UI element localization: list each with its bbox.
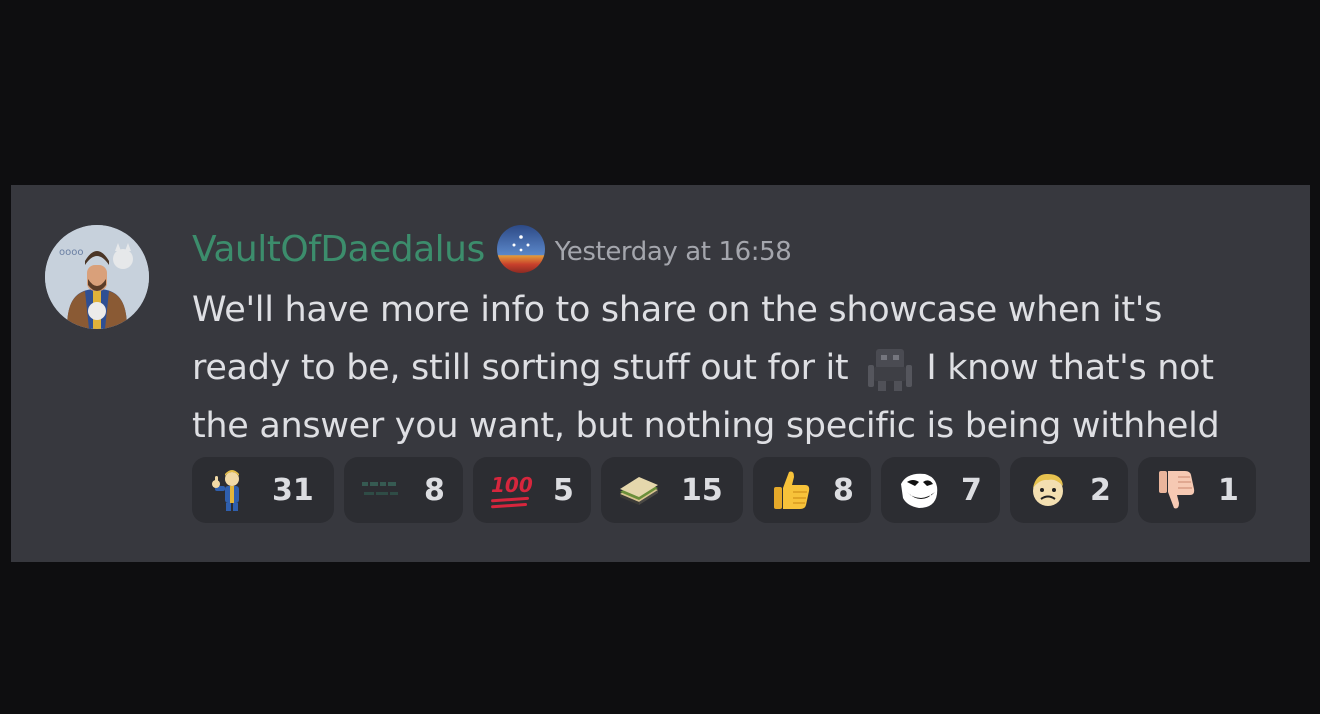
message-line-text: ready to be, still sorting stuff out for…	[192, 348, 849, 388]
starfield-planet-badge-icon[interactable]	[495, 223, 547, 275]
message-line-text: I know that's not	[926, 348, 1214, 388]
message-line: We'll have more info to share on the sho…	[192, 290, 1163, 330]
reaction-sandwich[interactable]: 15	[601, 457, 743, 523]
reaction-hundred-points[interactable]: 100 5	[473, 457, 591, 523]
reaction-count: 7	[961, 472, 982, 508]
sandwich-icon	[620, 477, 658, 505]
green-pixel-text-icon	[362, 482, 398, 495]
reaction-count: 31	[272, 472, 314, 508]
reaction-count: 15	[681, 472, 723, 508]
svg-text:oooo: oooo	[59, 247, 83, 258]
shadowed-robot-emoji-icon[interactable]	[862, 345, 918, 391]
message-content: We'll have more info to share on the sho…	[192, 281, 1272, 455]
vault-boy-thumbs-up-icon	[212, 470, 239, 511]
reaction-count: 5	[553, 472, 574, 508]
fallout-character-avatar-icon: oooo	[45, 225, 149, 329]
reaction-thumbs-up[interactable]: 8	[753, 457, 871, 523]
thumbs-down-icon	[1159, 471, 1195, 509]
reaction-count: 1	[1218, 472, 1239, 508]
reaction-count: 8	[833, 472, 854, 508]
message-line: the answer you want, but nothing specifi…	[192, 406, 1220, 446]
reaction-trollface[interactable]: 7	[881, 457, 1000, 523]
message-header: VaultOfDaedalus Yesterday at 16:58	[192, 223, 792, 275]
message-line-with-emoji: ready to be, still sorting stuff out for…	[192, 339, 1272, 397]
timestamp[interactable]: Yesterday at 16:58	[555, 237, 792, 267]
reaction-count: 2	[1090, 472, 1111, 508]
reaction-vault-boy-thumbs-up[interactable]: 31	[192, 457, 334, 523]
reaction-green-pixel-text[interactable]: 8	[344, 457, 463, 523]
trollface-icon	[901, 473, 938, 508]
hundred-points-icon: 100	[491, 473, 533, 509]
reaction-thumbs-down[interactable]: 1	[1138, 457, 1256, 523]
vault-boy-face-icon	[1033, 473, 1063, 506]
avatar[interactable]: oooo	[45, 225, 149, 329]
svg-text:100: 100	[491, 473, 533, 497]
reaction-count: 8	[424, 472, 445, 508]
username[interactable]: VaultOfDaedalus	[192, 229, 485, 270]
message-card: oooo VaultOfDaedalus Yesterday at 16:58 …	[11, 185, 1310, 562]
thumbs-up-icon	[774, 471, 810, 509]
reaction-vault-boy-face[interactable]: 2	[1010, 457, 1128, 523]
